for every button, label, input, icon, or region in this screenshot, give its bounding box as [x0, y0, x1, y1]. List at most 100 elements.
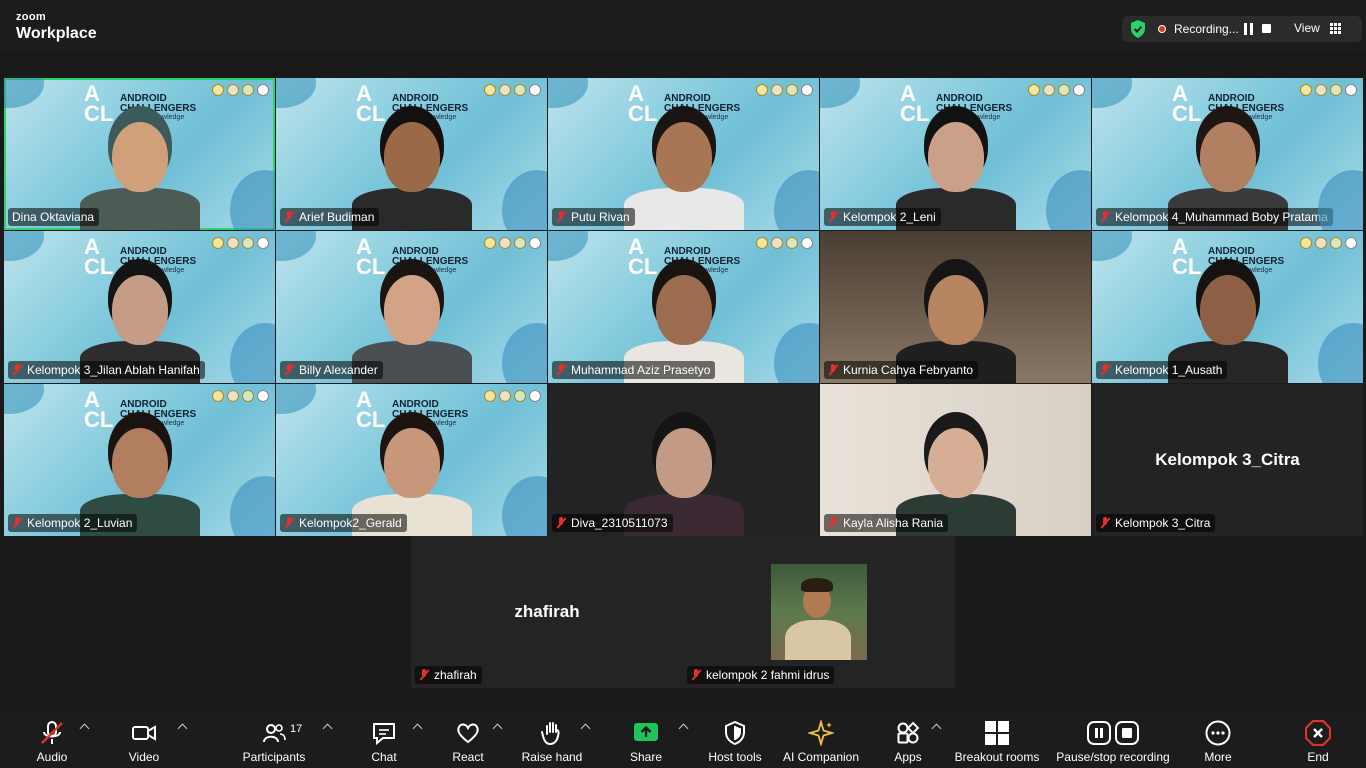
badge-icon	[801, 237, 813, 249]
sponsor-badges	[1300, 84, 1357, 96]
participants-button[interactable]: Participants	[240, 711, 308, 768]
recording-dot-icon	[1158, 25, 1166, 33]
participant-tile[interactable]: A CL ANDROID CHALLENGERS #DiveIntoKnowledge K…	[820, 78, 1091, 230]
badge-icon	[242, 237, 254, 249]
participant-tile[interactable]: A CL ANDROID CHALLENGERS #DiveIntoKnowledge B…	[276, 231, 547, 383]
badge-icon	[1300, 237, 1312, 249]
badge-icon	[242, 84, 254, 96]
participant-tile[interactable]: zhafirah zhafirah	[411, 536, 683, 688]
badge-icon	[212, 84, 224, 96]
share-options-chevron-icon[interactable]	[678, 723, 689, 734]
badge-icon	[499, 84, 511, 96]
ai-companion-button[interactable]: AI Companion	[782, 711, 860, 768]
apps-icon	[897, 721, 920, 744]
participant-tile[interactable]: Kelompok 3_Citra Kelompok 3_Citra	[1092, 384, 1363, 536]
participant-tile[interactable]: A CL ANDROID CHALLENGERS #DiveIntoKnowledge P…	[548, 78, 819, 230]
stop-recording-icon[interactable]	[1262, 24, 1271, 33]
participants-options-chevron-icon[interactable]	[322, 723, 333, 734]
badge-icon	[499, 390, 511, 402]
encryption-shield-icon[interactable]	[1130, 20, 1146, 38]
pause-recording-icon[interactable]	[1244, 23, 1254, 35]
participant-name-tag: Kelompok 2_Luvian	[8, 514, 138, 532]
participant-name: Kelompok 3_Jilan Ablah Hanifah	[27, 363, 200, 377]
participant-name: Kelompok 2_Leni	[843, 210, 936, 224]
chat-button[interactable]: Chat	[362, 711, 406, 768]
video-options-chevron-icon[interactable]	[177, 723, 188, 734]
badge-icon	[514, 84, 526, 96]
raise-hand-button[interactable]: Raise hand	[520, 711, 584, 768]
pause-stop-recording-button[interactable]: Pause/stop recording	[1054, 711, 1172, 768]
participant-name: Kelompok 4_Muhammad Boby Pratama	[1115, 210, 1328, 224]
badge-icon	[529, 390, 541, 402]
participant-name: Putu Rivan	[571, 210, 630, 224]
participant-name-tag: Kelompok2_Gerald	[280, 514, 407, 532]
badge-icon	[227, 390, 239, 402]
badge-icon	[756, 84, 768, 96]
participant-tile[interactable]: A CL ANDROID CHALLENGERS #DiveIntoKnowledge K…	[4, 231, 275, 383]
badge-icon	[1073, 84, 1085, 96]
badge-icon	[242, 390, 254, 402]
mic-muted-icon	[1100, 211, 1110, 223]
chat-options-chevron-icon[interactable]	[412, 723, 423, 734]
more-button[interactable]: More	[1196, 711, 1240, 768]
participant-name: Diva_2310511073	[571, 516, 668, 530]
recording-label: Recording...	[1174, 22, 1239, 36]
sponsor-badges	[484, 84, 541, 96]
audio-button[interactable]: Audio	[30, 711, 74, 768]
ai-sparkle-icon	[808, 720, 834, 746]
participant-tile[interactable]: A CL ANDROID CHALLENGERS #DiveIntoKnowledge K…	[1092, 78, 1363, 230]
participant-name-tag: Kurnia Cahya Febryanto	[824, 361, 979, 379]
react-button[interactable]: React	[446, 711, 490, 768]
badge-icon	[801, 84, 813, 96]
participant-tile[interactable]: A CL ANDROID CHALLENGERS #DiveIntoKnowledge K…	[4, 384, 275, 536]
badge-icon	[771, 84, 783, 96]
participant-tile[interactable]: Kayla Alisha Rania	[820, 384, 1091, 536]
participant-tile[interactable]: Kurnia Cahya Febryanto	[820, 231, 1091, 383]
gallery-grid-icon[interactable]	[1330, 23, 1341, 34]
participant-tile[interactable]: Diva_2310511073	[548, 384, 819, 536]
host-tools-button[interactable]: Host tools	[706, 711, 764, 768]
badge-icon	[484, 390, 496, 402]
zoom-logo: zoom Workplace	[16, 11, 97, 42]
view-button[interactable]: View	[1294, 21, 1320, 35]
share-button[interactable]: Share	[624, 711, 668, 768]
video-button[interactable]: Video	[122, 711, 166, 768]
apps-options-chevron-icon[interactable]	[931, 723, 942, 734]
participants-icon	[263, 724, 286, 743]
participant-tile[interactable]: A CL ANDROID CHALLENGERS #DiveIntoKnowledge K…	[1092, 231, 1363, 383]
sponsor-badges	[756, 84, 813, 96]
participant-tile[interactable]: A CL ANDROID CHALLENGERS #DiveIntoKnowledge A…	[276, 78, 547, 230]
audio-options-chevron-icon[interactable]	[79, 723, 90, 734]
badge-icon	[1300, 84, 1312, 96]
participant-tile[interactable]: A CL ANDROID CHALLENGERS #DiveIntoKnowledge M…	[548, 231, 819, 383]
badge-icon	[212, 237, 224, 249]
breakout-rooms-icon	[985, 721, 1009, 745]
badge-icon	[1028, 84, 1040, 96]
top-bar: zoom Workplace Recording... View	[0, 0, 1366, 52]
mic-muted-icon	[556, 517, 566, 529]
badge-icon	[1315, 84, 1327, 96]
participant-name: Kelompok 1_Ausath	[1115, 363, 1223, 377]
participant-tile[interactable]: A CL ANDROID CHALLENGERS #DiveIntoKnowledge K…	[276, 384, 547, 536]
badge-icon	[1043, 84, 1055, 96]
participant-name-tag: zhafirah	[415, 666, 482, 684]
participant-name-tag: kelompok 2 fahmi idrus	[687, 666, 835, 684]
mic-muted-icon	[284, 364, 294, 376]
apps-button[interactable]: Apps	[886, 711, 930, 768]
participant-name: Kelompok 3_Citra	[1115, 516, 1211, 530]
breakout-rooms-button[interactable]: Breakout rooms	[954, 711, 1040, 768]
participant-name-tag: Arief Budiman	[280, 208, 380, 226]
badge-icon	[212, 390, 224, 402]
react-options-chevron-icon[interactable]	[492, 723, 503, 734]
badge-icon	[257, 390, 269, 402]
video-off-name: Kelompok 3_Citra	[1155, 450, 1300, 469]
badge-icon	[786, 84, 798, 96]
participant-name-tag: Muhammad Aziz Prasetyo	[552, 361, 716, 379]
participant-name-tag: Kayla Alisha Rania	[824, 514, 949, 532]
meeting-toolbar: Audio Video Participants 17 Chat React R…	[0, 711, 1366, 768]
heart-icon	[457, 723, 479, 744]
end-meeting-button[interactable]: End	[1296, 711, 1340, 768]
participant-tile[interactable]: A CL ANDROID CHALLENGERS #DiveIntoKnowledge D…	[4, 78, 275, 230]
participant-name-tag: Putu Rivan	[552, 208, 635, 226]
participant-tile[interactable]: kelompok 2 fahmi idrus	[683, 536, 955, 688]
